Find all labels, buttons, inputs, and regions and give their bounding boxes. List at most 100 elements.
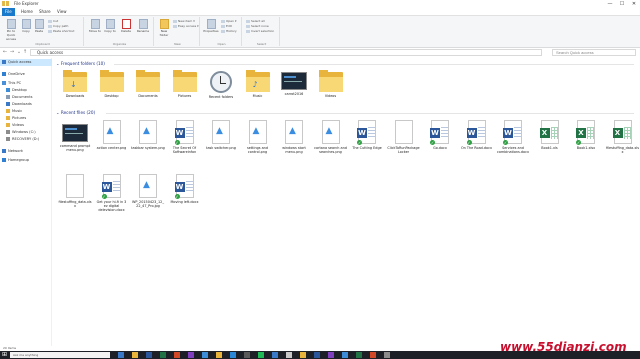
recent-file-tile[interactable]: command prompt menu.png [58, 120, 92, 168]
taskbar-app-icon[interactable] [328, 352, 334, 358]
history-button[interactable]: History [221, 29, 237, 33]
maximize-button[interactable]: ☐ [616, 0, 628, 8]
frequent-folder-tile[interactable]: Videos [314, 68, 348, 116]
recent-file-tile[interactable]: W ✓ The Secret Of Softwareinfon [168, 120, 202, 168]
copy-button[interactable]: Copy [20, 19, 32, 33]
copy-to-button[interactable]: Copy to [103, 19, 117, 33]
frequent-folder-tile[interactable]: Recent folders [204, 68, 238, 116]
new-folder-button[interactable]: New folder [157, 19, 171, 37]
recent-file-tile[interactable]: ▲ cortana search and searches.png [314, 120, 348, 168]
properties-button[interactable]: Properties [203, 19, 219, 33]
nav-item-music[interactable]: Music [0, 108, 52, 115]
cut-button[interactable]: Cut [48, 19, 58, 23]
delete-button[interactable]: Delete [119, 19, 133, 33]
up-button[interactable]: ↑ [22, 49, 28, 56]
taskbar-app-icon[interactable] [300, 352, 306, 358]
recent-file-tile[interactable]: W ✓ Moving left.docx [168, 174, 202, 222]
recent-file-tile[interactable]: W ✓ On The Road.docx [460, 120, 494, 168]
taskbar-app-icon[interactable] [370, 352, 376, 358]
nav-item-videos[interactable]: Videos [0, 122, 52, 129]
nav-item-quick-access[interactable]: Quick access [0, 59, 52, 66]
tile-label: Moving left.docx [170, 200, 199, 204]
taskbar-app-icon[interactable] [174, 352, 180, 358]
taskbar-app-icon[interactable] [118, 352, 124, 358]
frequent-folder-tile[interactable]: Desktop [95, 68, 129, 116]
select-all-button[interactable]: Select all [246, 19, 265, 23]
invert-selection-button[interactable]: Invert selection [246, 29, 274, 33]
taskbar-app-icon[interactable] [216, 352, 222, 358]
recent-file-tile[interactable]: ▲ task switcher.png [204, 120, 238, 168]
nav-item-onedrive[interactable]: OneDrive [0, 71, 52, 78]
select-none-button[interactable]: Select none [246, 24, 269, 28]
tab-home[interactable]: Home [18, 8, 36, 16]
nav-item-this-pc[interactable]: This PC [0, 80, 52, 87]
nav-item-homegroup[interactable]: Homegroup [0, 157, 52, 164]
start-button[interactable]: ⊞ [2, 352, 8, 358]
nav-item-downloads[interactable]: Downloads [0, 101, 52, 108]
nav-item-recovery-d[interactable]: RECOVERY (D:) [0, 136, 52, 143]
forward-button[interactable]: → [9, 49, 15, 56]
recent-file-tile[interactable]: filestuffing_data.xlsx [58, 174, 92, 222]
minimize-button[interactable]: — [604, 0, 616, 8]
paste-shortcut-button[interactable]: Paste shortcut [48, 29, 75, 33]
close-button[interactable]: ✕ [628, 0, 640, 8]
frequent-folder-tile[interactable]: Pictures [168, 68, 202, 116]
taskbar-app-icon[interactable] [132, 352, 138, 358]
taskbar-app-icon[interactable] [188, 352, 194, 358]
back-button[interactable]: ← [2, 49, 8, 56]
nav-item-windows-c[interactable]: Windows (C:) [0, 129, 52, 136]
taskbar-app-icon[interactable] [384, 352, 390, 358]
rename-button[interactable]: Rename [135, 19, 151, 33]
taskbar-app-icon[interactable] [356, 352, 362, 358]
open-button[interactable]: Open ▾ [221, 19, 236, 23]
nav-item-pictures[interactable]: Pictures [0, 115, 52, 122]
nav-item-network[interactable]: Network [0, 148, 52, 155]
recent-file-tile[interactable]: W ✓ Go.docx [423, 120, 457, 168]
nav-item-desktop[interactable]: Desktop [0, 87, 52, 94]
taskbar-app-icon[interactable] [342, 352, 348, 358]
edit-button[interactable]: Edit [221, 24, 232, 28]
recent-file-tile[interactable]: W ✓ Services and combinations.docx [496, 120, 530, 168]
taskbar-app-icon[interactable] [258, 352, 264, 358]
recent-file-tile[interactable]: ▲ settings and control.png [241, 120, 275, 168]
recent-file-tile[interactable]: ▲ WP_20150423_12_22_47_Pro.jpg [131, 174, 165, 222]
frequent-folder-tile[interactable]: ♪ Music [241, 68, 275, 116]
quick-access-toolbar[interactable] [2, 1, 12, 7]
easy-access-button[interactable]: Easy access ▾ [173, 24, 199, 28]
frequent-folder-tile[interactable]: ↓ Downloads [58, 68, 92, 116]
move-to-button[interactable]: Move to [88, 19, 102, 33]
paste-button[interactable]: Paste [33, 19, 45, 33]
recent-file-tile[interactable]: X ✓ Book1.xlsx [569, 120, 603, 168]
recent-file-tile[interactable]: Xfilestuffing_data.xlsx [606, 120, 640, 168]
recent-file-tile[interactable]: ▲ taskbar system.png [131, 120, 165, 168]
tab-share[interactable]: Share [36, 8, 54, 16]
new-item-button[interactable]: New item ▾ [173, 19, 195, 23]
frequent-folder-tile[interactable]: carrot2016 [277, 68, 311, 116]
recent-file-tile[interactable]: W ✓ Get your hi-fi in 3 ez digital delevis… [95, 174, 129, 222]
tab-view[interactable]: View [54, 8, 70, 16]
taskbar-app-icon[interactable] [146, 352, 152, 358]
recent-file-tile[interactable]: ▲ windows start menu.png [277, 120, 311, 168]
recent-file-tile[interactable]: W ✓ The Cutting Edge [350, 120, 384, 168]
search-input[interactable] [552, 49, 636, 56]
frequent-folders-header[interactable]: ⌄ Frequent folders (10) [56, 61, 105, 66]
address-bar[interactable]: Quick access [30, 49, 542, 56]
pin-quick-access-button[interactable]: Pin to Quick access [3, 19, 19, 41]
taskbar-app-icon[interactable] [230, 352, 236, 358]
nav-item-documents[interactable]: Documents [0, 94, 52, 101]
taskbar-app-icon[interactable] [286, 352, 292, 358]
taskbar-app-icon[interactable] [244, 352, 250, 358]
recent-file-tile[interactable]: ClickToRunPackageLocker [387, 120, 421, 168]
taskbar-app-icon[interactable] [314, 352, 320, 358]
taskbar-search[interactable]: Ask me anything [10, 352, 110, 358]
taskbar-app-icon[interactable] [160, 352, 166, 358]
recent-file-tile[interactable]: ▲ action center.png [95, 120, 129, 168]
frequent-folder-tile[interactable]: Documents [131, 68, 165, 116]
copy-path-button[interactable]: Copy path [48, 24, 68, 28]
tile-label: action center.png [96, 146, 127, 150]
tab-file[interactable]: File [2, 8, 15, 16]
taskbar-app-icon[interactable] [272, 352, 278, 358]
recent-file-tile[interactable]: X Book1.xls [533, 120, 567, 168]
taskbar-app-icon[interactable] [202, 352, 208, 358]
word-document-icon: W ✓ [430, 120, 449, 145]
